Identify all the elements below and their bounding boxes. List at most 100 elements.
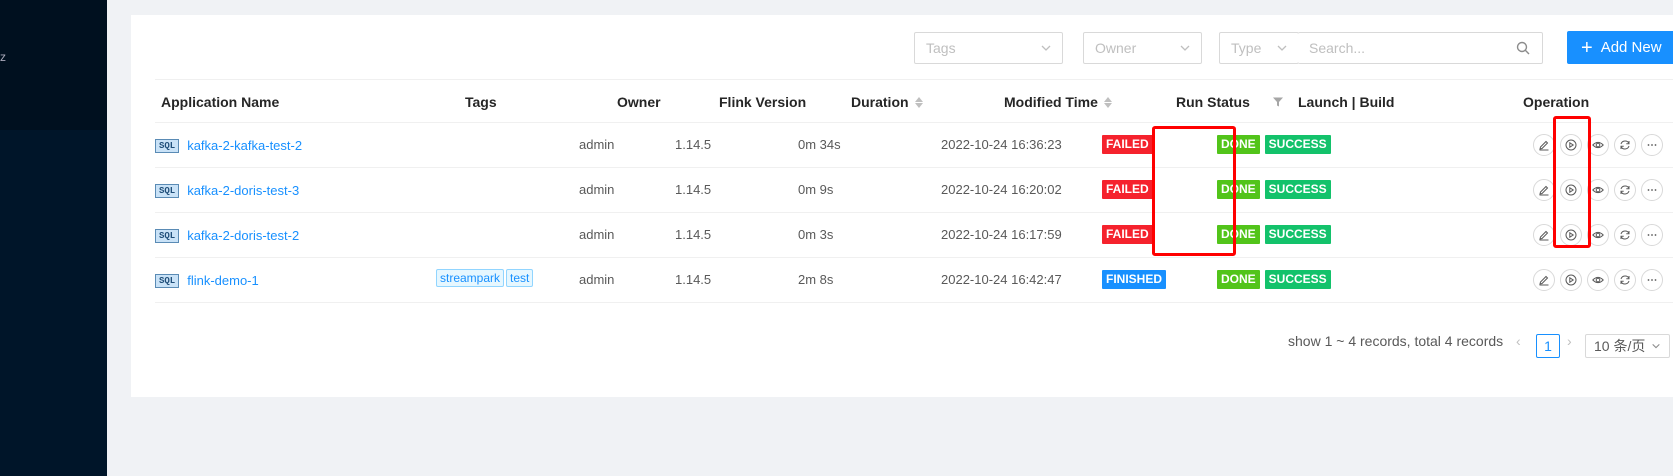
run-status-cell: FAILED — [1102, 225, 1153, 244]
play-icon — [1565, 229, 1577, 241]
more-icon — [1647, 279, 1657, 281]
app-name-link[interactable]: SQL kafka-2-doris-test-2 — [155, 227, 299, 243]
more-icon — [1647, 144, 1657, 146]
edit-button[interactable] — [1533, 134, 1555, 156]
type-select[interactable]: Type — [1219, 32, 1299, 64]
column-label: Owner — [617, 94, 661, 110]
play-button[interactable] — [1560, 269, 1582, 291]
duration-cell: 0m 3s — [798, 227, 834, 242]
more-button[interactable] — [1641, 134, 1663, 156]
edit-button[interactable] — [1533, 179, 1555, 201]
page-number[interactable]: 1 — [1536, 334, 1560, 358]
flink-version-cell: 1.14.5 — [675, 272, 712, 287]
search-box — [1298, 32, 1543, 64]
run-status-cell: FAILED — [1102, 135, 1153, 154]
flink-version-cell: 1.14.5 — [675, 137, 712, 152]
table-row: SQL kafka-2-doris-test-3 admin 1.14.5 0m… — [155, 168, 1673, 213]
app-name[interactable]: kafka-2-doris-test-3 — [187, 183, 299, 198]
operation-buttons — [1533, 224, 1663, 246]
table-header: Application Name Tags Owner Flink Versio… — [155, 79, 1673, 123]
eye-icon — [1592, 231, 1604, 239]
play-button[interactable] — [1560, 179, 1582, 201]
app-name-link[interactable]: SQL kafka-2-doris-test-3 — [155, 182, 299, 198]
app-name-link[interactable]: SQL flink-demo-1 — [155, 272, 259, 288]
plus-icon: + — [1581, 36, 1593, 59]
run-status-badge: FAILED — [1102, 180, 1153, 199]
chevron-left-icon: ‹ — [1516, 333, 1521, 349]
column-operation: Operation — [1523, 94, 1589, 110]
more-icon — [1647, 189, 1657, 191]
build-status-badge: SUCCESS — [1264, 225, 1331, 244]
owner-cell: admin — [579, 272, 615, 287]
edit-button[interactable] — [1533, 269, 1555, 291]
duration-cell: 2m 8s — [798, 272, 834, 287]
eye-button[interactable] — [1587, 224, 1609, 246]
eye-icon — [1592, 276, 1604, 284]
pagination-summary: show 1 ~ 4 records, total 4 records — [1288, 333, 1503, 349]
search-input[interactable] — [1309, 40, 1509, 56]
sql-job-type-icon: SQL — [155, 274, 180, 288]
app-tag[interactable]: streampark — [436, 269, 505, 287]
sync-button[interactable] — [1614, 134, 1636, 156]
edit-button[interactable] — [1533, 224, 1555, 246]
play-button[interactable] — [1560, 224, 1582, 246]
pagination-prev[interactable]: ‹ — [1516, 333, 1521, 349]
sql-job-type-icon: SQL — [155, 184, 180, 198]
launch-status-badge: DONE — [1217, 270, 1260, 289]
app-name[interactable]: kafka-2-doris-test-2 — [187, 228, 299, 243]
sync-button[interactable] — [1614, 269, 1636, 291]
sync-button[interactable] — [1614, 179, 1636, 201]
column-tags: Tags — [465, 94, 497, 110]
app-name[interactable]: flink-demo-1 — [187, 273, 259, 288]
more-button[interactable] — [1641, 224, 1663, 246]
pagination-next[interactable]: › — [1567, 333, 1572, 349]
column-label: Modified Time — [1004, 94, 1098, 110]
eye-button[interactable] — [1587, 269, 1609, 291]
flink-version-cell: 1.14.5 — [675, 227, 712, 242]
owner-cell: admin — [579, 137, 615, 152]
modified-time-cell: 2022-10-24 16:17:59 — [941, 227, 1062, 242]
owner-select[interactable]: Owner — [1083, 32, 1202, 64]
column-label: Launch | Build — [1298, 94, 1395, 110]
launch-status-badge: DONE — [1217, 135, 1260, 154]
build-status-badge: SUCCESS — [1264, 270, 1331, 289]
launch-build-cell: DONE SUCCESS — [1217, 180, 1331, 199]
sort-icon[interactable] — [1103, 96, 1112, 108]
page-size-select[interactable]: 10 条/页 — [1585, 334, 1671, 358]
column-label: Flink Version — [719, 94, 807, 110]
owner-select-placeholder: Owner — [1095, 40, 1137, 56]
more-button[interactable] — [1641, 269, 1663, 291]
sidebar: z — [0, 0, 107, 476]
sort-icon[interactable] — [914, 96, 923, 108]
add-new-label: Add New — [1600, 39, 1662, 56]
add-new-button[interactable]: + Add New — [1567, 31, 1673, 64]
pagination-page[interactable]: 1 — [1536, 334, 1560, 358]
column-label: Duration — [851, 94, 909, 110]
modified-time-cell: 2022-10-24 16:42:47 — [941, 272, 1062, 287]
search-icon[interactable] — [1516, 41, 1530, 55]
column-modified-time[interactable]: Modified Time — [1004, 94, 1112, 110]
sync-icon — [1620, 230, 1630, 240]
launch-build-cell: DONE SUCCESS — [1217, 225, 1331, 244]
column-duration[interactable]: Duration — [851, 94, 923, 110]
column-label: Application Name — [161, 94, 280, 110]
filter-icon[interactable] — [1272, 96, 1284, 108]
tags-select-placeholder: Tags — [926, 40, 956, 56]
chevron-down-icon — [1041, 45, 1051, 51]
play-icon — [1565, 274, 1577, 286]
owner-cell: admin — [579, 227, 615, 242]
more-button[interactable] — [1641, 179, 1663, 201]
eye-button[interactable] — [1587, 134, 1609, 156]
app-tag[interactable]: test — [506, 269, 534, 287]
launch-status-badge: DONE — [1217, 225, 1260, 244]
run-status-cell: FINISHED — [1102, 270, 1167, 289]
tags-select[interactable]: Tags — [914, 32, 1063, 64]
play-icon — [1565, 139, 1577, 151]
edit-icon — [1539, 185, 1549, 196]
app-name-link[interactable]: SQL kafka-2-kafka-test-2 — [155, 137, 302, 153]
sync-button[interactable] — [1614, 224, 1636, 246]
run-status-badge: FAILED — [1102, 135, 1153, 154]
eye-button[interactable] — [1587, 179, 1609, 201]
play-button[interactable] — [1560, 134, 1582, 156]
app-name[interactable]: kafka-2-kafka-test-2 — [187, 138, 302, 153]
